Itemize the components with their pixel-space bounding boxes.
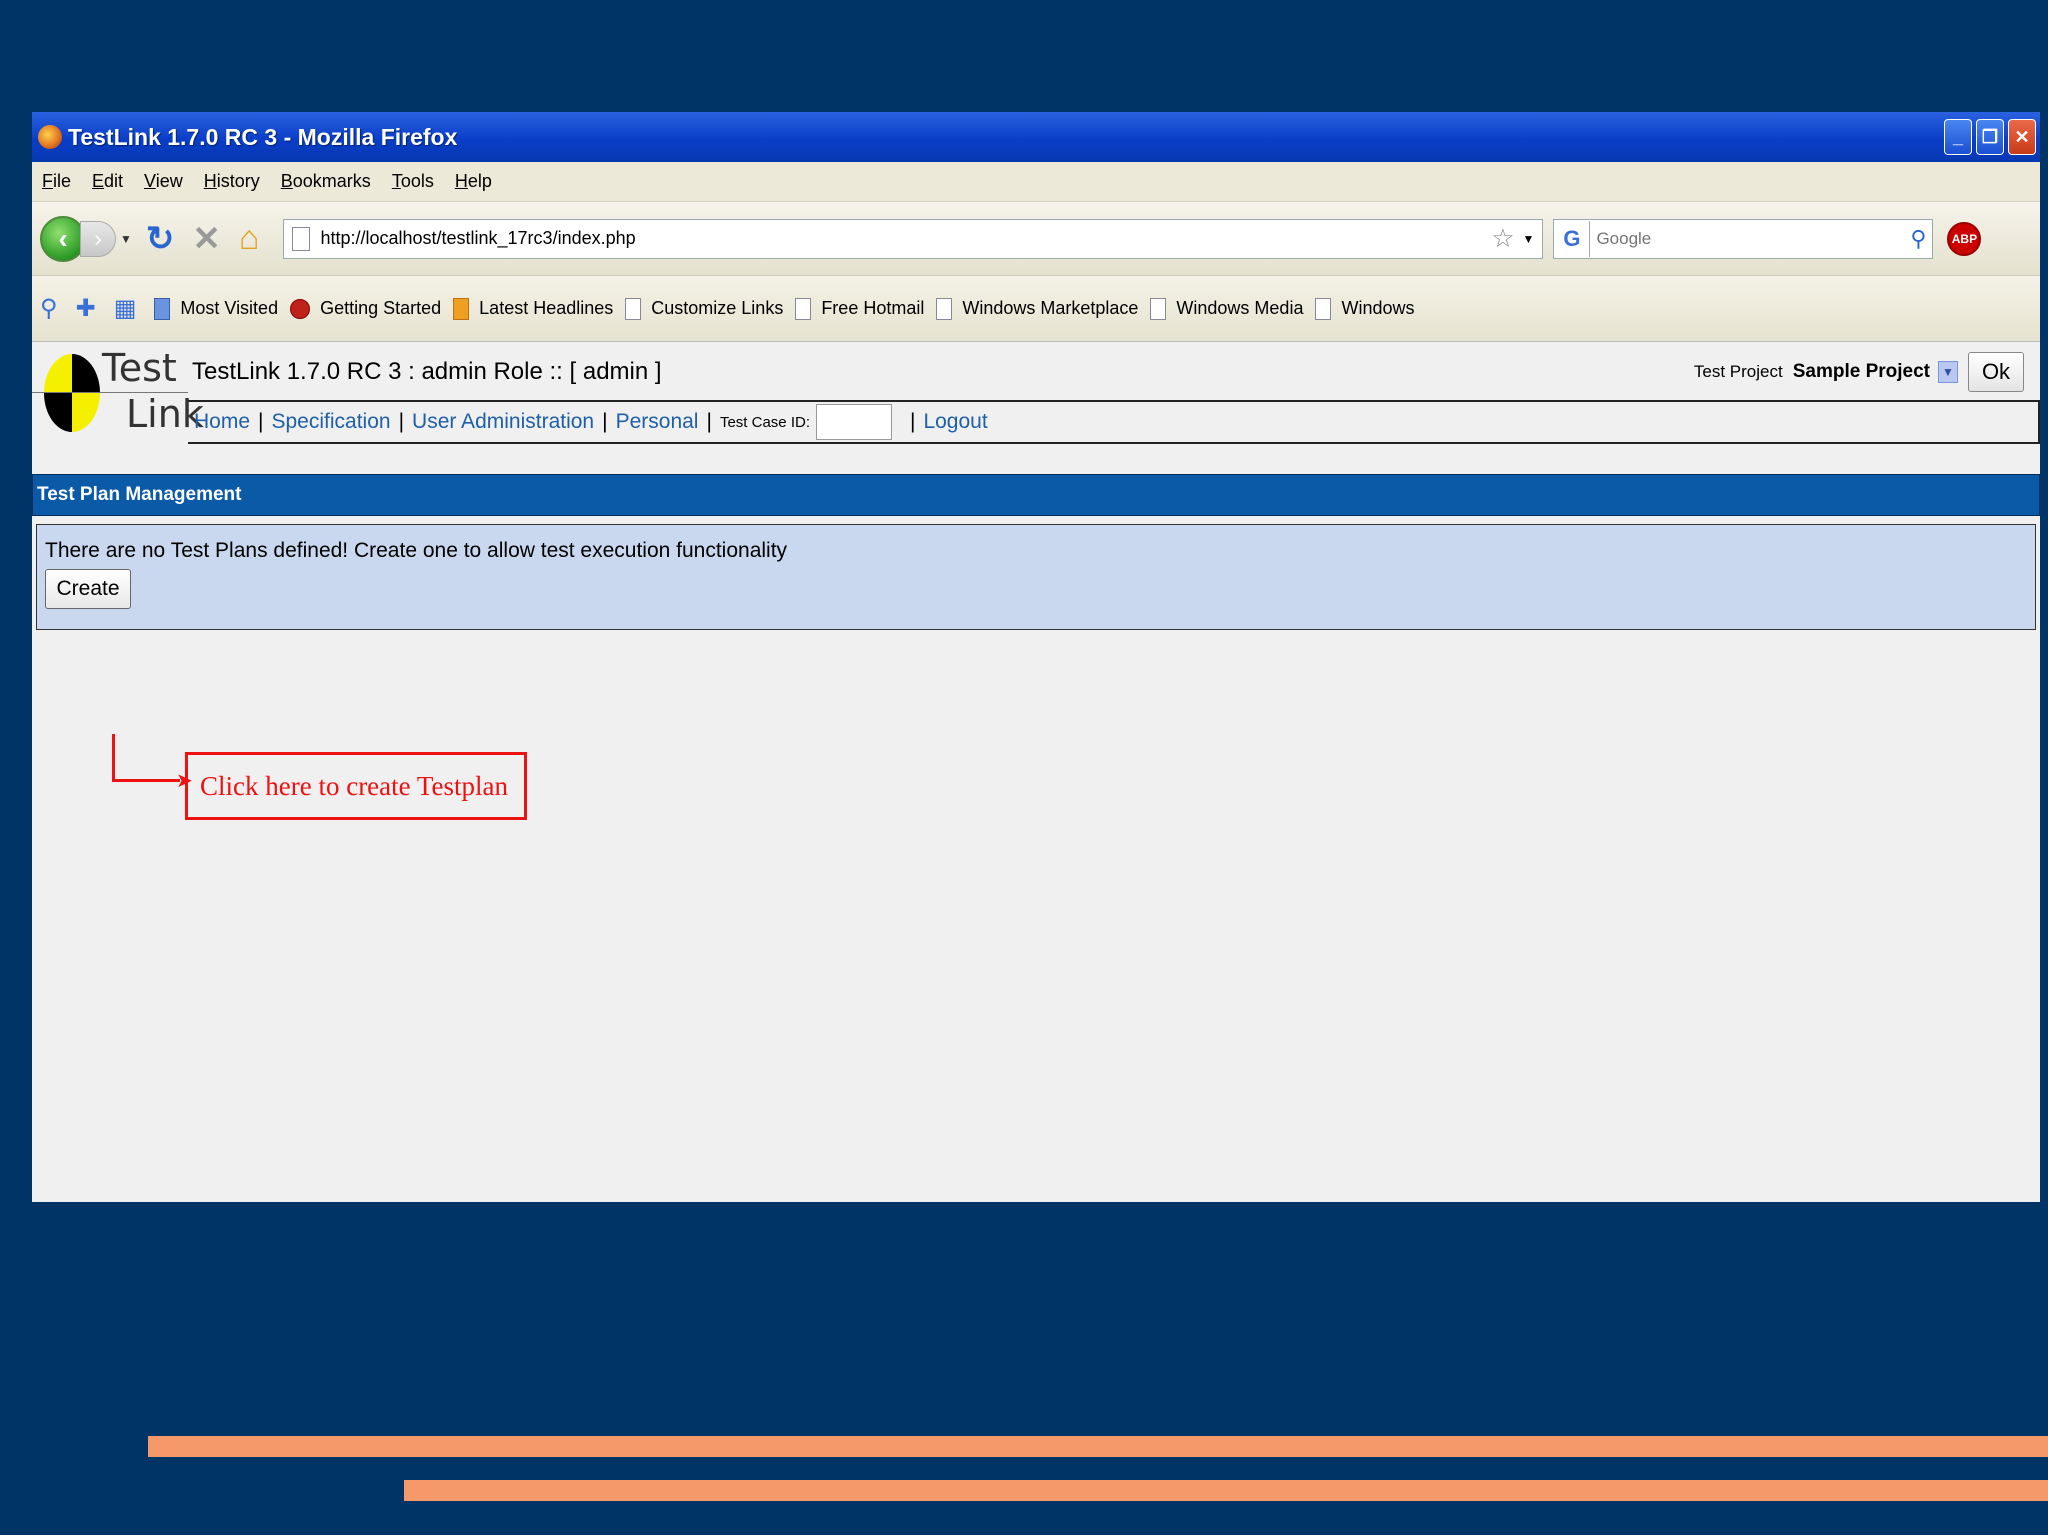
project-selector: Test Project Sample Project ▼ Ok (1694, 352, 2024, 392)
menu-bookmarks[interactable]: Bookmarks (281, 171, 371, 192)
bookmark-label: Latest Headlines (479, 298, 614, 318)
home-icon[interactable]: ⌂ (239, 219, 260, 258)
project-label: Test Project (1693, 362, 1783, 381)
search-input[interactable] (1590, 228, 1911, 249)
menu-view[interactable]: View (144, 171, 183, 192)
url-text[interactable]: http://localhost/testlink_17rc3/index.ph… (320, 228, 1491, 249)
ok-button[interactable]: Ok (1968, 352, 2024, 392)
rss-icon (453, 297, 470, 320)
logo-text-test: Test (102, 346, 177, 390)
annotation-line (112, 779, 180, 782)
browser-window: TestLink 1.7.0 RC 3 - Mozilla Firefox _ … (32, 112, 2040, 1202)
bookmark-label: Free Hotmail (821, 298, 925, 318)
nav-separator: | (258, 410, 264, 433)
testlink-logo-icon (44, 354, 100, 432)
nav-logout[interactable]: Logout (923, 410, 987, 434)
search-tool-icon[interactable]: ⚲ (40, 294, 58, 323)
section-header: Test Plan Management (32, 474, 2040, 516)
chevron-down-icon[interactable]: ▼ (1938, 361, 1958, 383)
close-button[interactable]: ✕ (2008, 119, 2036, 155)
menu-tools[interactable]: Tools (392, 171, 434, 192)
menu-file[interactable]: File (42, 171, 71, 192)
test-case-id-label: Test Case ID: (719, 413, 810, 431)
menu-history[interactable]: History (204, 171, 260, 192)
nav-specification[interactable]: Specification (272, 410, 391, 434)
page-icon (1315, 297, 1332, 320)
nav-separator: | (602, 410, 608, 433)
restore-button[interactable]: ❐ (1976, 119, 2004, 155)
google-engine-icon[interactable]: G (1554, 220, 1591, 257)
bookmark-label: Windows Marketplace (962, 298, 1139, 318)
bookmark-windows-media[interactable]: Windows Media (1150, 297, 1304, 320)
history-dropdown-icon[interactable]: ▼ (120, 232, 132, 246)
bookmark-label: Most Visited (180, 298, 279, 318)
nav-personal[interactable]: Personal (616, 410, 699, 434)
bookmark-star-icon[interactable]: ☆ (1491, 223, 1514, 254)
decorative-stripe (148, 1436, 2048, 1457)
adblock-icon[interactable]: ABP (1947, 221, 1982, 256)
bookmark-label: Customize Links (651, 298, 784, 318)
bookmark-getting-started[interactable]: Getting Started (290, 298, 441, 319)
url-dropdown-icon[interactable]: ▼ (1523, 232, 1535, 246)
bookmark-label: Windows Media (1176, 298, 1304, 318)
search-bar: G ⚲ (1553, 218, 1934, 259)
page-icon (625, 297, 642, 320)
bookmark-latest-headlines[interactable]: Latest Headlines (453, 297, 614, 320)
bookmark-windows[interactable]: Windows (1315, 297, 1415, 320)
stop-icon[interactable]: ✕ (192, 219, 221, 259)
url-bar[interactable]: http://localhost/testlink_17rc3/index.ph… (283, 218, 1544, 259)
nav-separator: | (909, 410, 916, 433)
firefox-icon (38, 125, 62, 149)
bookmarks-toolbar: ⚲ ✚ ▦ Most Visited Getting Started Lates… (32, 276, 2040, 342)
decorative-stripe (404, 1480, 2048, 1501)
bookmark-free-hotmail[interactable]: Free Hotmail (795, 297, 925, 320)
test-case-id-input[interactable] (815, 404, 892, 440)
bookmark-customize-links[interactable]: Customize Links (625, 297, 784, 320)
annotation-line (112, 734, 115, 782)
nav-separator: | (398, 410, 405, 433)
menu-bar: File Edit View History Bookmarks Tools H… (32, 162, 2040, 202)
bookmark-label: Windows (1341, 298, 1415, 318)
page-icon (936, 297, 953, 320)
bookmark-label: Getting Started (320, 298, 442, 318)
calendar-icon[interactable]: ▦ (114, 294, 137, 323)
window-title: TestLink 1.7.0 RC 3 - Mozilla Firefox (68, 123, 458, 150)
search-icon[interactable]: ⚲ (1910, 226, 1926, 252)
page-icon (292, 226, 311, 251)
notice-message: There are no Test Plans defined! Create … (45, 539, 788, 562)
notice-box: There are no Test Plans defined! Create … (36, 524, 2036, 630)
nav-user-administration[interactable]: User Administration (412, 410, 594, 434)
reload-icon[interactable]: ↻ (146, 219, 175, 259)
bookmark-most-visited[interactable]: Most Visited (154, 297, 279, 320)
testlink-nav: Home | Specification | User Administrati… (188, 400, 2040, 444)
title-bar: TestLink 1.7.0 RC 3 - Mozilla Firefox _ … (32, 112, 2040, 162)
nav-home[interactable]: Home (194, 410, 250, 434)
testlink-header: Test Link TestLink 1.7.0 RC 3 : admin Ro… (32, 342, 2040, 446)
firefox-bookmark-icon (290, 298, 311, 319)
navigation-toolbar: ‹ › ▼ ↻ ✕ ⌂ http://localhost/testlink_17… (32, 202, 2040, 276)
add-bookmark-icon[interactable]: ✚ (76, 294, 96, 323)
page-icon (795, 297, 812, 320)
menu-help[interactable]: Help (455, 171, 492, 192)
create-button[interactable]: Create (45, 569, 131, 609)
minimize-button[interactable]: _ (1944, 119, 1972, 155)
forward-button[interactable]: › (80, 220, 116, 257)
menu-edit[interactable]: Edit (92, 171, 123, 192)
bookmark-windows-marketplace[interactable]: Windows Marketplace (936, 297, 1139, 320)
project-select[interactable]: Sample Project (1793, 361, 1930, 383)
page-icon (1150, 297, 1167, 320)
annotation-callout: Click here to create Testplan (185, 752, 527, 820)
nav-separator: | (706, 410, 712, 433)
folder-icon (154, 297, 171, 320)
page-title: TestLink 1.7.0 RC 3 : admin Role :: [ ad… (192, 358, 662, 385)
